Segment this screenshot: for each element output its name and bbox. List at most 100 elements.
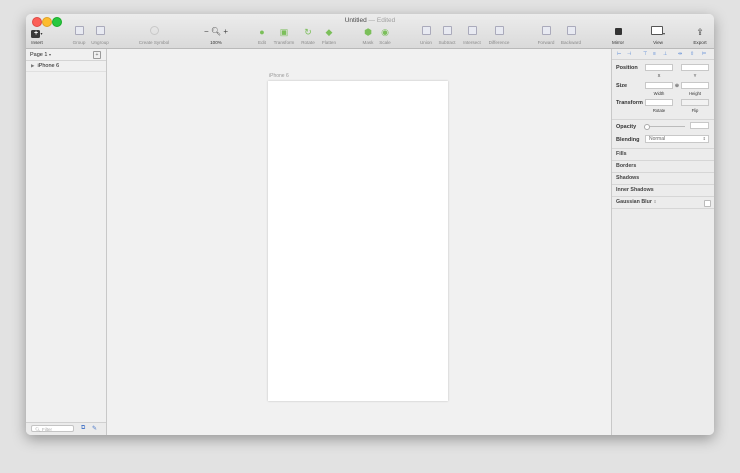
align-left-icon[interactable]: ⊢	[617, 51, 621, 57]
layer-item-artboard[interactable]: ▶ iPhone 6	[26, 61, 106, 72]
artboard[interactable]	[268, 81, 448, 401]
blending-label: Blending	[616, 137, 640, 143]
align-center-icon[interactable]: ⊣	[627, 51, 631, 57]
shadows-section[interactable]: Shadows	[616, 175, 639, 181]
width-field[interactable]	[645, 82, 673, 89]
intersect-button[interactable]: Intersect	[460, 26, 484, 46]
size-label: Size	[616, 83, 628, 89]
magnifier-icon: 🔍︎	[210, 27, 222, 36]
opacity-label: Opacity	[616, 124, 637, 130]
inspector-panel: ⊢ ⊣ ⊤ ≡ ⊥ ⇹ ⇳ ⊨ Position X Y Size ⊕ Widt…	[611, 49, 714, 435]
backward-icon	[558, 26, 584, 38]
difference-button[interactable]: Difference	[485, 26, 513, 46]
opacity-slider-knob[interactable]	[644, 124, 650, 130]
borders-section[interactable]: Borders	[616, 163, 636, 169]
distribute-vertical-icon[interactable]: ⇳	[690, 51, 694, 57]
inner-shadows-section[interactable]: Inner Shadows	[616, 187, 654, 193]
backward-button[interactable]: Backward	[558, 26, 584, 46]
export-icon: ⇪	[696, 27, 704, 37]
divider	[612, 119, 714, 120]
fills-section[interactable]: Fills	[616, 151, 627, 157]
insert-icon: + ▾	[29, 26, 45, 38]
zoom-out-button[interactable]: −	[204, 27, 209, 36]
add-page-button[interactable]: +	[93, 51, 101, 59]
zoom-level: 100%	[210, 40, 222, 45]
symbol-filter-icon[interactable]: ⧉	[81, 425, 85, 432]
flatten-button[interactable]: ◆ Flatten	[319, 26, 339, 46]
search-icon: 🔍︎	[35, 427, 41, 432]
ungroup-button[interactable]: Ungroup	[89, 26, 111, 46]
mask-button[interactable]: ⬢ Mask	[361, 26, 375, 46]
intersect-icon	[460, 26, 484, 38]
position-x-field[interactable]	[645, 64, 673, 71]
chevron-updown-icon: ⇕	[702, 136, 706, 141]
align-bottom-icon[interactable]: ⊥	[663, 51, 667, 57]
gaussian-blur-checkbox[interactable]	[704, 200, 711, 207]
rotate-icon: ↻	[304, 27, 312, 37]
align-right-icon[interactable]: ⊨	[702, 51, 706, 57]
scale-button[interactable]: ◉ Scale	[377, 26, 393, 46]
rotate-button[interactable]: ↻ Rotate	[299, 26, 317, 46]
symbol-icon	[136, 26, 172, 38]
union-button[interactable]: Union	[418, 26, 434, 46]
rotate-field[interactable]	[645, 99, 673, 106]
alignment-toolbar: ⊢ ⊣ ⊤ ≡ ⊥ ⇹ ⇳ ⊨	[612, 49, 714, 60]
divider	[612, 172, 714, 173]
difference-icon	[485, 26, 513, 38]
edit-button[interactable]: ● Edit	[255, 26, 269, 46]
position-y-field[interactable]	[681, 64, 709, 71]
height-label: Height	[688, 91, 702, 96]
position-label: Position	[616, 65, 638, 71]
rotate-label: Rotate	[652, 108, 666, 113]
group-icon	[70, 26, 88, 38]
forward-icon	[535, 26, 557, 38]
subtract-icon	[436, 26, 458, 38]
mask-icon: ⬢	[364, 27, 372, 37]
divider	[612, 196, 714, 197]
create-symbol-button[interactable]: Create Symbol	[136, 26, 172, 46]
height-field[interactable]	[681, 82, 709, 89]
mirror-button[interactable]: Mirror	[609, 26, 627, 46]
zoom-in-button[interactable]: +	[223, 27, 228, 36]
gaussian-blur-section[interactable]: Gaussian Blur ⇕	[616, 199, 657, 205]
transform-icon: ▣	[279, 27, 289, 37]
insert-button[interactable]: + ▾ Insert	[29, 26, 45, 46]
union-icon	[418, 26, 434, 38]
divider	[612, 184, 714, 185]
page-selector[interactable]: Page 1 ▾ +	[26, 49, 106, 61]
blending-select[interactable]: Normal ⇕	[645, 135, 709, 143]
mirror-icon	[609, 26, 627, 38]
canvas[interactable]: iPhone 6	[107, 49, 611, 435]
layers-sidebar: Page 1 ▾ + ▶ iPhone 6 🔍︎ Filter ⧉ ✎	[26, 49, 107, 435]
align-middle-icon[interactable]: ≡	[653, 51, 656, 57]
edit-filter-icon[interactable]: ✎	[92, 425, 97, 432]
forward-button[interactable]: Forward	[535, 26, 557, 46]
scale-icon: ◉	[381, 27, 389, 37]
view-button[interactable]: ▾ View	[648, 26, 668, 46]
zoom-control: − 🔍︎ + 100%	[201, 26, 231, 46]
ungroup-icon	[89, 26, 111, 38]
width-label: Width	[653, 91, 665, 96]
align-top-icon[interactable]: ⊤	[643, 51, 647, 57]
distribute-horizontal-icon[interactable]: ⇹	[678, 51, 682, 57]
x-label: X	[657, 73, 661, 78]
export-button[interactable]: ⇪ Export	[690, 26, 710, 46]
edit-icon: ●	[259, 27, 265, 37]
flip-buttons[interactable]	[681, 99, 709, 106]
toolbar: Untitled — Edited + ▾ Insert Group Ungrou…	[26, 14, 714, 49]
subtract-button[interactable]: Subtract	[436, 26, 458, 46]
disclosure-triangle-icon[interactable]: ▶	[31, 63, 34, 68]
layer-filter-input[interactable]: 🔍︎ Filter	[31, 425, 74, 432]
flip-label: Flip	[691, 108, 699, 113]
transform-button[interactable]: ▣ Transform	[272, 26, 296, 46]
artboard-label[interactable]: iPhone 6	[269, 73, 289, 79]
opacity-field[interactable]	[690, 122, 709, 129]
group-button[interactable]: Group	[70, 26, 88, 46]
opacity-slider[interactable]	[645, 126, 685, 127]
app-window: Untitled — Edited + ▾ Insert Group Ungrou…	[26, 14, 714, 435]
flatten-icon: ◆	[325, 27, 333, 37]
lock-proportions-icon[interactable]: ⊕	[674, 83, 680, 89]
y-label: Y	[693, 73, 697, 78]
divider	[612, 160, 714, 161]
window-title: Untitled — Edited	[344, 17, 396, 24]
